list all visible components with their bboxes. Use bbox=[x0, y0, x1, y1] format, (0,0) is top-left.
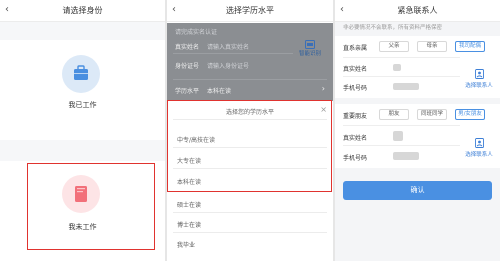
divider bbox=[343, 57, 460, 58]
privacy-notice: 非必要情况不会联系，所有资料严格保密 bbox=[343, 25, 443, 31]
scan-label: 智能识别 bbox=[298, 51, 321, 57]
divider bbox=[343, 145, 460, 146]
direct-relative-card: 直系亲属 父亲 母亲 我司配偶 真实姓名 手机号码 选择联系人 bbox=[335, 36, 500, 98]
briefcase-icon bbox=[62, 55, 100, 93]
dimmed-form: 请完成实名认证 真实姓名 请输入真实姓名 身份证号 请输入身份证号 智能识别 学… bbox=[167, 23, 333, 101]
relation-label: 直系亲属 bbox=[343, 45, 368, 52]
pick-contact-button[interactable]: 选择联系人 bbox=[464, 138, 494, 158]
emergency-contact-screen: ‹ 紧急联系人 非必要情况不会联系，所有资料严格保密 直系亲属 父亲 母亲 我司… bbox=[335, 0, 500, 261]
phone-label: 手机号码 bbox=[343, 85, 368, 92]
relation-chip[interactable]: 朋友 bbox=[379, 109, 409, 120]
name-label: 真实姓名 bbox=[343, 135, 368, 142]
navbar: ‹ 请选择身份 bbox=[0, 0, 165, 22]
option-item[interactable]: 硕士在读 bbox=[177, 200, 201, 209]
page-title: 紧急联系人 bbox=[397, 6, 438, 15]
phone-value-blurred bbox=[393, 152, 419, 160]
relation-chip-selected[interactable]: 男/女朋友 bbox=[455, 109, 485, 120]
divider bbox=[343, 76, 460, 77]
friend-card: 重要朋友 朋友 同班同学 男/女朋友 真实姓名 手机号码 选择联系人 bbox=[335, 104, 500, 168]
employed-label: 我已工作 bbox=[68, 101, 97, 109]
pick-contact-label: 选择联系人 bbox=[465, 83, 493, 89]
education-value[interactable]: 本科在读 bbox=[207, 86, 231, 95]
relation-chip-selected[interactable]: 我司配偶 bbox=[455, 41, 485, 52]
identity-screen: ‹ 请选择身份 我已工作 我未工作 bbox=[0, 0, 165, 261]
contact-book-icon bbox=[474, 138, 484, 148]
relation-chip[interactable]: 同班同学 bbox=[417, 109, 447, 120]
phone-label: 手机号码 bbox=[343, 155, 368, 162]
divider bbox=[173, 53, 293, 54]
education-label: 学历水平 bbox=[175, 88, 200, 95]
pick-contact-button[interactable]: 选择联系人 bbox=[464, 69, 494, 89]
relation-chip[interactable]: 母亲 bbox=[417, 41, 447, 52]
confirm-button[interactable]: 确认 bbox=[343, 181, 492, 200]
section-title: 请完成实名认证 bbox=[175, 29, 218, 36]
id-label: 身份证号 bbox=[175, 63, 200, 70]
name-value-blurred bbox=[393, 131, 403, 141]
scan-button[interactable]: 智能识别 bbox=[297, 40, 323, 57]
divider bbox=[173, 232, 327, 233]
navbar: ‹ 选择学历水平 bbox=[167, 0, 333, 22]
back-arrow-icon[interactable]: ‹ bbox=[172, 5, 176, 15]
name-label: 真实姓名 bbox=[343, 66, 368, 73]
page-title: 请选择身份 bbox=[62, 6, 103, 15]
contact-book-icon bbox=[474, 69, 484, 79]
name-input[interactable]: 请输入真实姓名 bbox=[207, 42, 249, 51]
pick-contact-label: 选择联系人 bbox=[465, 152, 493, 158]
chevron-right-icon: › bbox=[321, 84, 325, 93]
employed-option[interactable]: 我已工作 bbox=[0, 40, 165, 140]
divider bbox=[343, 125, 460, 126]
divider bbox=[173, 212, 327, 213]
relation-chip[interactable]: 父亲 bbox=[379, 41, 409, 52]
education-screen: ‹ 选择学历水平 请完成实名认证 真实姓名 请输入真实姓名 身份证号 请输入身份… bbox=[167, 0, 333, 261]
option-item[interactable]: 博士在读 bbox=[177, 220, 201, 229]
relation-label: 重要朋友 bbox=[343, 113, 368, 120]
back-arrow-icon[interactable]: ‹ bbox=[5, 5, 9, 15]
scan-icon bbox=[305, 40, 315, 49]
selection-highlight bbox=[27, 163, 155, 250]
navbar: ‹ 紧急联系人 bbox=[335, 0, 500, 22]
name-value-blurred bbox=[393, 64, 401, 71]
page-title: 选择学历水平 bbox=[226, 6, 274, 15]
back-arrow-icon[interactable]: ‹ bbox=[340, 5, 344, 15]
name-label: 真实姓名 bbox=[175, 44, 200, 51]
option-item[interactable]: 我毕业 bbox=[177, 240, 195, 249]
id-input[interactable]: 请输入身份证号 bbox=[207, 61, 249, 70]
picker-highlight bbox=[167, 100, 332, 192]
divider bbox=[173, 79, 327, 80]
phone-value-blurred bbox=[393, 83, 419, 90]
